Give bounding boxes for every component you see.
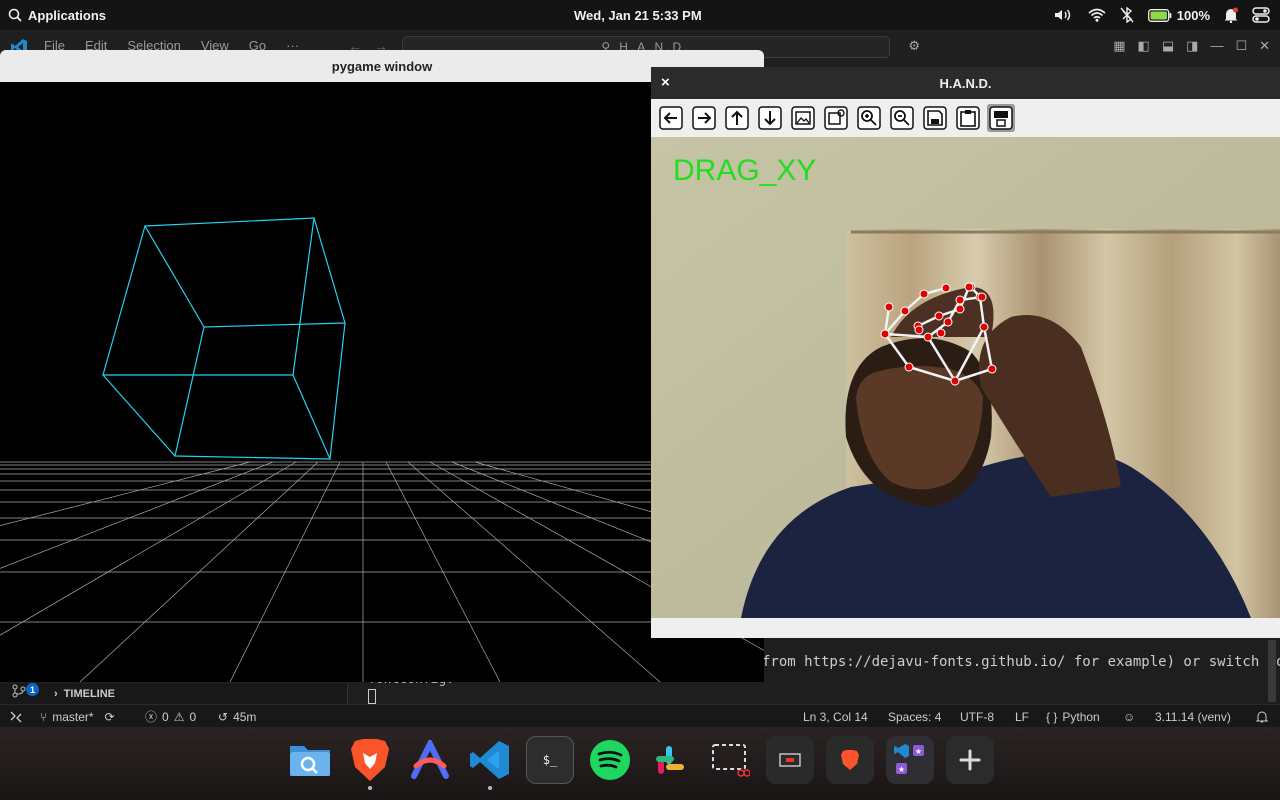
dock: $_ ★ ★ bbox=[280, 732, 1000, 790]
pygame-window[interactable]: pygame window bbox=[0, 50, 901, 683]
error-icon: ⓧ bbox=[145, 710, 158, 724]
branch-icon: ⑂ bbox=[40, 709, 48, 724]
webcam-feed: DRAG_XY bbox=[651, 137, 1280, 618]
vscode-status-bar: ⑂ master* ⟳ ⓧ 0 ⚠ 0 ↺ 45m Ln 3, Col 14 S… bbox=[0, 704, 1280, 727]
terminal-cursor bbox=[368, 689, 376, 704]
zoom-in-icon[interactable] bbox=[855, 104, 883, 132]
warning-count: 0 bbox=[189, 709, 197, 724]
toggle-panel-icon[interactable]: ⬓ bbox=[1162, 38, 1174, 54]
save-properties-icon[interactable] bbox=[987, 104, 1015, 132]
pygame-window-title[interactable]: pygame window bbox=[0, 50, 764, 82]
image-toolbar bbox=[651, 99, 1280, 137]
pygame-canvas[interactable] bbox=[0, 82, 901, 683]
volume-icon[interactable] bbox=[1054, 8, 1074, 22]
svg-text:★: ★ bbox=[915, 747, 922, 756]
up-arrow-icon[interactable] bbox=[723, 104, 751, 132]
hand-window[interactable]: × H.A.N.D. DRAG_XY bbox=[651, 67, 1280, 638]
maximize-icon[interactable]: ☐ bbox=[1235, 38, 1247, 54]
explorer-bottom-panel: 1 › TIMELINE bbox=[0, 683, 348, 704]
language-mode[interactable]: { } Python bbox=[1046, 705, 1100, 728]
braces-icon: { } bbox=[1046, 709, 1058, 724]
remote-icon[interactable] bbox=[10, 705, 22, 728]
add-icon[interactable] bbox=[946, 736, 994, 784]
vscode-group-icon[interactable]: ★ ★ bbox=[886, 736, 934, 784]
notifications-icon[interactable] bbox=[1224, 7, 1238, 23]
running-indicator bbox=[488, 786, 492, 790]
encoding[interactable]: UTF-8 bbox=[960, 705, 994, 728]
svg-text:★: ★ bbox=[898, 765, 905, 774]
source-control-badge: 1 bbox=[26, 683, 39, 696]
warning-icon: ⚠ bbox=[173, 709, 185, 724]
pixel-app-icon[interactable] bbox=[766, 736, 814, 784]
system-tray: 100% bbox=[1054, 0, 1270, 30]
layout-customize-icon[interactable]: ▦ bbox=[1113, 38, 1125, 54]
wireframe-scene bbox=[0, 217, 901, 683]
bluetooth-off-icon[interactable] bbox=[1120, 7, 1134, 23]
screenshot-icon[interactable] bbox=[706, 736, 754, 784]
zoom-out-icon[interactable] bbox=[888, 104, 916, 132]
brave-small-icon[interactable] bbox=[826, 736, 874, 784]
minimize-icon[interactable]: — bbox=[1210, 38, 1223, 54]
chevron-right-icon: › bbox=[54, 688, 58, 700]
applications-menu[interactable]: Applications bbox=[8, 0, 106, 30]
applications-label: Applications bbox=[28, 7, 107, 23]
terminal-scrollbar[interactable] bbox=[1268, 640, 1276, 702]
vscode-icon[interactable] bbox=[466, 736, 514, 790]
git-branch[interactable]: ⑂ master* ⟳ bbox=[40, 705, 115, 728]
bell-icon[interactable] bbox=[1256, 705, 1268, 728]
language-name: Python bbox=[1062, 709, 1100, 724]
copilot-icon[interactable]: ⚙ bbox=[908, 38, 920, 54]
wifi-icon[interactable] bbox=[1088, 8, 1106, 22]
timeline-section[interactable]: › TIMELINE bbox=[54, 688, 115, 700]
python-interpreter[interactable]: 3.11.14 (venv) bbox=[1155, 705, 1231, 728]
sync-icon: ⟳ bbox=[104, 709, 115, 724]
time-value: 45m bbox=[233, 709, 257, 724]
branch-name: master* bbox=[52, 709, 94, 724]
image-settings-icon[interactable] bbox=[822, 104, 850, 132]
close-icon[interactable]: × bbox=[661, 74, 670, 91]
problems-indicator[interactable]: ⓧ 0 ⚠ 0 bbox=[145, 705, 196, 728]
battery-icon[interactable]: 100% bbox=[1147, 7, 1210, 23]
spotify-icon[interactable] bbox=[586, 736, 634, 784]
clock[interactable]: Wed, Jan 21 5:33 PM bbox=[574, 0, 702, 30]
hand-window-titlebar[interactable]: × H.A.N.D. bbox=[651, 67, 1280, 99]
cursor-position[interactable]: Ln 3, Col 14 bbox=[803, 705, 868, 728]
layout-controls: ⚙ ▦ ◧ ⬓ ◨ — ☐ ✕ bbox=[908, 38, 1270, 54]
slack-icon[interactable] bbox=[646, 736, 694, 784]
error-count: 0 bbox=[162, 709, 169, 724]
line-ending[interactable]: LF bbox=[1015, 705, 1029, 728]
running-indicator bbox=[368, 786, 372, 790]
back-arrow-icon[interactable] bbox=[657, 104, 685, 132]
history-icon: ↺ bbox=[218, 709, 229, 724]
arc-icon[interactable] bbox=[406, 736, 454, 784]
webcam-frame: DRAG_XY bbox=[651, 137, 1280, 618]
image-icon[interactable] bbox=[789, 104, 817, 132]
toggle-settings-icon[interactable] bbox=[1252, 7, 1270, 23]
time-tracker[interactable]: ↺ 45m bbox=[218, 705, 256, 728]
system-top-bar: Applications Wed, Jan 21 5:33 PM 100% bbox=[0, 0, 1280, 30]
hand-window-title: H.A.N.D. bbox=[939, 75, 992, 91]
copilot-status-icon[interactable]: ☺ bbox=[1123, 705, 1135, 728]
search-icon bbox=[8, 8, 22, 22]
toggle-secondary-sidebar-icon[interactable]: ◨ bbox=[1186, 38, 1198, 54]
finder-icon[interactable] bbox=[286, 736, 334, 784]
clipboard-icon[interactable] bbox=[954, 104, 982, 132]
toggle-sidebar-icon[interactable]: ◧ bbox=[1138, 38, 1150, 54]
timeline-label: TIMELINE bbox=[63, 688, 116, 700]
close-window-icon[interactable]: ✕ bbox=[1259, 38, 1270, 54]
terminal-icon[interactable]: $_ bbox=[526, 736, 574, 784]
floor-grid bbox=[0, 461, 901, 683]
battery-percent: 100% bbox=[1176, 7, 1210, 23]
brave-icon[interactable] bbox=[346, 736, 394, 790]
save-icon[interactable] bbox=[921, 104, 949, 132]
wireframe-cube bbox=[101, 217, 346, 460]
terminal-output-line: from https://dejavu-fonts.github.io/ for… bbox=[762, 654, 1280, 670]
source-control-icon[interactable] bbox=[12, 684, 26, 701]
gesture-label: DRAG_XY bbox=[673, 154, 816, 187]
indentation[interactable]: Spaces: 4 bbox=[888, 705, 941, 728]
forward-arrow-icon[interactable] bbox=[690, 104, 718, 132]
down-arrow-icon[interactable] bbox=[756, 104, 784, 132]
